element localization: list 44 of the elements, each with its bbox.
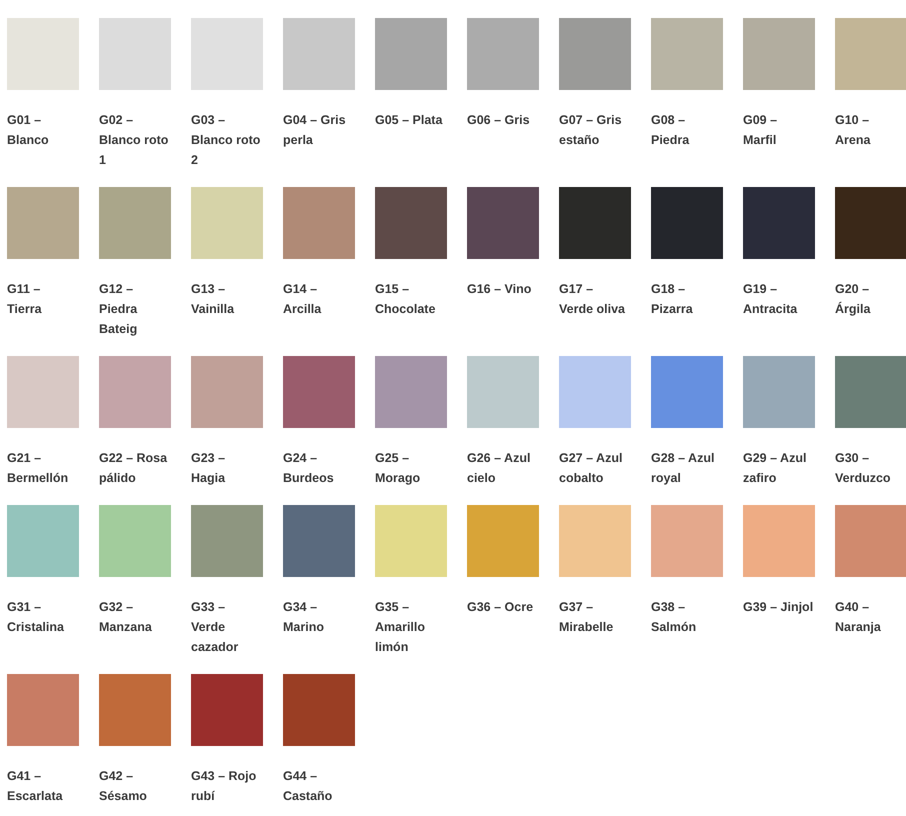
swatch-label: G03 – Blanco roto 2 — [191, 112, 262, 169]
swatch-label: G35 – Amarillo limón — [375, 599, 426, 656]
swatch-label: G07 – Gris estaño — [559, 112, 623, 149]
swatch-label: G18 – Pizarra — [651, 281, 694, 318]
swatch-label: G23 – Hagia — [191, 450, 226, 487]
swatch-label: G31 – Cristalina — [7, 599, 65, 636]
swatch-label: G24 – Burdeos — [283, 450, 335, 487]
swatch-label: G22 – Rosa pálido — [99, 450, 168, 487]
swatch-label: G14 – Arcilla — [283, 281, 322, 318]
swatch-label: G10 – Arena — [835, 112, 872, 149]
swatch-label: G36 – Ocre — [467, 599, 534, 616]
swatch-label: G29 – Azul zafiro — [743, 450, 808, 487]
swatch-label: G25 – Morago — [375, 450, 422, 487]
swatch-label: G04 – Gris perla — [283, 112, 347, 149]
swatch-label: G27 – Azul cobalto — [559, 450, 624, 487]
swatch-label: G32 – Manzana — [99, 599, 153, 636]
swatch-label: G15 – Chocolate — [375, 281, 436, 318]
swatch-label: G44 – Castaño — [283, 768, 334, 805]
swatch-label: G06 – Gris — [467, 112, 530, 129]
swatch-label: G12 – Piedra Bateig — [99, 281, 138, 338]
swatch-label: G01 – Blanco — [7, 112, 50, 149]
swatch-label: G40 – Naranja — [835, 599, 882, 636]
swatch-label: G11 – Tierra — [7, 281, 43, 318]
swatch-label: G17 – Verde oliva — [559, 281, 626, 318]
swatch-label: G30 – Verduzco — [835, 450, 892, 487]
swatch-label: G08 – Piedra — [651, 112, 690, 149]
swatch-label: G43 – Rojo rubí — [191, 768, 258, 805]
swatch-label: G02 – Blanco roto 1 — [99, 112, 170, 169]
swatch-label: G42 – Sésamo — [99, 768, 148, 805]
swatch-label: G37 – Mirabelle — [559, 599, 614, 636]
swatch-label: G38 – Salmón — [651, 599, 698, 636]
swatch-label: G09 – Marfil — [743, 112, 778, 149]
swatch-label: G16 – Vino — [467, 281, 532, 298]
swatch-label: G19 – Antracita — [743, 281, 798, 318]
swatch-label: G13 – Vainilla — [191, 281, 236, 318]
swatch-label: G26 – Azul cielo — [467, 450, 532, 487]
swatch-label: G39 – Jinjol — [743, 599, 814, 616]
swatch-label: G28 – Azul royal — [651, 450, 716, 487]
swatch-label: G20 – Árgila — [835, 281, 872, 318]
swatch-label: G34 – Marino — [283, 599, 325, 636]
swatch-label: G05 – Plata — [375, 112, 442, 129]
swatch-label: G41 – Escarlata — [7, 768, 64, 805]
swatch-label: G21 – Bermellón — [7, 450, 70, 487]
swatch-label: G33 – Verde cazador — [191, 599, 240, 656]
